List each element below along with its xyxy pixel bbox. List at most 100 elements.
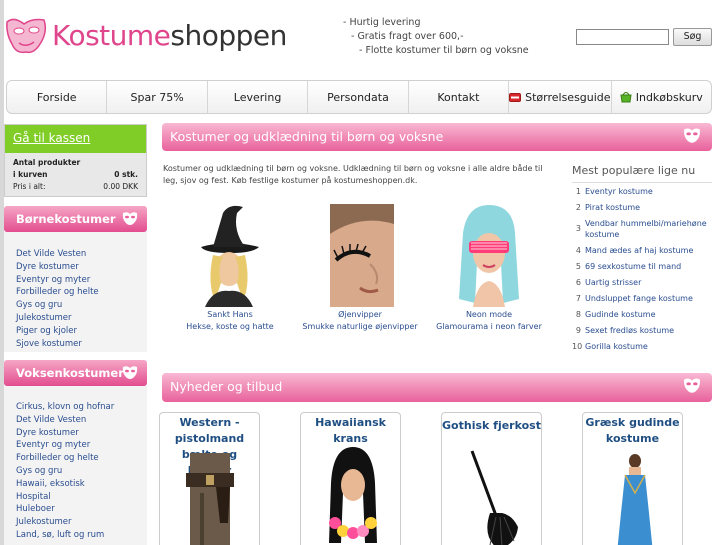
basket-header: Antal produkter <box>13 158 81 167</box>
nav-label: Levering <box>233 90 282 104</box>
adults-link[interactable]: Gys og gru <box>16 465 114 478</box>
popular-item[interactable]: 3 Vendbar hummelbi/mariehøne kostume <box>572 218 712 240</box>
feature-eyelashes[interactable]: Øjenvipper Smukke naturlige øjenvipper <box>300 309 420 333</box>
popular-link[interactable]: Gorilla kostume <box>585 341 648 352</box>
nav-kontakt[interactable]: Kontakt <box>409 81 510 113</box>
popular-item[interactable]: 1 Eventyr kostume <box>572 186 712 197</box>
site-logo[interactable]: Kostumeshoppen <box>4 14 294 60</box>
nav-label: Spar 75% <box>130 90 184 104</box>
popular-link[interactable]: Gudinde kostume <box>585 309 656 320</box>
adults-link[interactable]: Land, sø, luft og rum <box>16 529 114 542</box>
eyelashes-image[interactable] <box>330 204 394 307</box>
news-card[interactable]: Hawaiiansk krans <box>300 412 401 545</box>
feature-desc: Hekse, koste og hatte <box>186 322 274 331</box>
goddess-image <box>617 454 653 545</box>
popular-link[interactable]: Eventyr kostume <box>585 186 653 197</box>
popular-item[interactable]: 2 Pirat kostume <box>572 202 712 213</box>
popular-rank: 5 <box>575 262 581 271</box>
nav-basket[interactable]: Indkøbskurv <box>612 81 711 113</box>
basket-count-value: 0 stk. <box>114 170 138 179</box>
popular-link[interactable]: Sexet fredløs kostume <box>585 325 674 336</box>
checkout-link[interactable]: Gå til kassen <box>5 125 146 153</box>
popular-link[interactable]: Undsluppet fange kostume <box>585 293 693 304</box>
kids-link[interactable]: Gys og gru <box>16 299 99 312</box>
popular-link[interactable]: Mand ædes af haj kostume <box>585 245 693 256</box>
popular-link[interactable]: Uartig strisser <box>585 277 641 288</box>
popular-rank: 1 <box>575 187 581 196</box>
feature-witch[interactable]: Sankt Hans Hekse, koste og hatte <box>180 309 280 333</box>
basket-box: Gå til kassen Antal produkter i kurven 0 … <box>4 124 147 197</box>
logo-text-1: Kostume <box>52 19 171 52</box>
popular-link[interactable]: 69 sexkostume til mand <box>585 261 681 272</box>
neon-image[interactable] <box>453 203 525 307</box>
popular-link[interactable]: Vendbar hummelbi/mariehøne kostume <box>585 218 712 240</box>
nav-spar[interactable]: Spar 75% <box>107 81 208 113</box>
popular-title: Mest populære lige nu <box>572 164 712 183</box>
popular-rank: 10 <box>572 342 583 351</box>
nav-label: Kontakt <box>437 90 480 104</box>
nav-size-guide[interactable]: Størrelsesguide <box>509 81 612 113</box>
news-card[interactable]: Gothisk fjerkost <box>441 412 542 545</box>
kids-link[interactable]: Julekostumer <box>16 312 99 325</box>
adults-link[interactable]: Forbilleder og helte <box>16 452 114 465</box>
adults-link[interactable]: Eventyr og myter <box>16 439 114 452</box>
popular-rank: 3 <box>575 224 581 233</box>
adults-link[interactable]: Det Vilde Vesten <box>16 414 114 427</box>
main-nav: Forside Spar 75% Levering Persondata Kon… <box>6 80 712 114</box>
size-guide-icon <box>509 92 522 102</box>
kids-link[interactable]: Dyre kostumer <box>16 261 99 274</box>
kids-link[interactable]: Forbilleder og helte <box>16 286 99 299</box>
news-section-title: Nyheder og tilbud <box>170 379 283 394</box>
popular-item[interactable]: 10 Gorilla kostume <box>572 341 712 352</box>
nav-persondata[interactable]: Persondata <box>308 81 409 113</box>
feature-name: Neon mode <box>465 310 513 319</box>
main-section-title: Kostumer og udklædning til børn og voksn… <box>170 129 444 144</box>
news-card[interactable]: Græsk gudinde kostume <box>582 412 683 545</box>
adults-link[interactable]: Huleboer <box>16 503 114 516</box>
adults-link[interactable]: Hospital <box>16 491 114 504</box>
search-button[interactable]: Søg <box>673 28 712 46</box>
popular-rank: 9 <box>575 326 581 335</box>
nav-forside[interactable]: Forside <box>7 81 108 113</box>
popular-rank: 8 <box>575 310 581 319</box>
popular-rank: 6 <box>575 278 581 287</box>
kids-link[interactable]: Piger og kjoler <box>16 325 99 338</box>
feature-neon[interactable]: Neon mode Glamourama i neon farver <box>432 309 546 333</box>
basket-price-row: Pris i alt: 0.00 DKK <box>5 181 146 193</box>
feature-desc: Smukke naturlige øjenvipper <box>302 322 418 331</box>
adults-link[interactable]: Dyre kostumer <box>16 427 114 440</box>
popular-item[interactable]: 5 69 sexkostume til mand <box>572 261 712 272</box>
nav-levering[interactable]: Levering <box>208 81 309 113</box>
news-card[interactable]: Western - pistolmand bælte og hylster <box>159 412 260 545</box>
basket-header-row: Antal produkter <box>5 157 146 169</box>
popular-item[interactable]: 4 Mand ædes af haj kostume <box>572 245 712 256</box>
popular-item[interactable]: 8 Gudinde kostume <box>572 309 712 320</box>
feather-duster-image <box>470 450 518 545</box>
popular-list: 1 Eventyr kostume 2 Pirat kostume 3 Vendbar… <box>572 186 712 357</box>
popular-item[interactable]: 7 Undsluppet fange kostume <box>572 293 712 304</box>
basket-icon <box>620 92 632 103</box>
nav-label: Forside <box>36 90 77 104</box>
adults-link[interactable]: Cirkus, klovn og hofnar <box>16 401 114 414</box>
popular-item[interactable]: 9 Sexet fredløs kostume <box>572 325 712 336</box>
popular-item[interactable]: 6 Uartig strisser <box>572 277 712 288</box>
page: { "logo": {"part1": "Kostume", "part2": … <box>0 0 727 545</box>
witch-image[interactable] <box>193 203 265 307</box>
popular-rank: 7 <box>575 294 581 303</box>
adults-link[interactable]: Julekostumer <box>16 516 114 529</box>
kids-section-title: Børnekostumer <box>16 212 116 226</box>
adults-list: Cirkus, klovn og hofnar Det Vilde Vesten… <box>16 401 114 542</box>
kids-link[interactable]: Eventyr og myter <box>16 274 99 287</box>
kids-link[interactable]: Sjove kostumer <box>16 338 99 351</box>
basket-count-row: i kurven 0 stk. <box>5 169 146 181</box>
search-input[interactable] <box>576 29 669 45</box>
popular-link[interactable]: Pirat kostume <box>585 202 640 213</box>
kids-link[interactable]: Det Vilde Vesten <box>16 248 99 261</box>
feature-name: Øjenvipper <box>338 310 382 319</box>
popular-rank: 4 <box>575 246 581 255</box>
nav-label: Størrelsesguide <box>525 90 611 104</box>
mask-icon <box>684 128 700 143</box>
adults-link[interactable]: Hawaii, eksotisk <box>16 478 114 491</box>
main-section-header: Kostumer og udklædning til børn og voksn… <box>162 123 712 151</box>
feature-name: Sankt Hans <box>207 310 253 319</box>
